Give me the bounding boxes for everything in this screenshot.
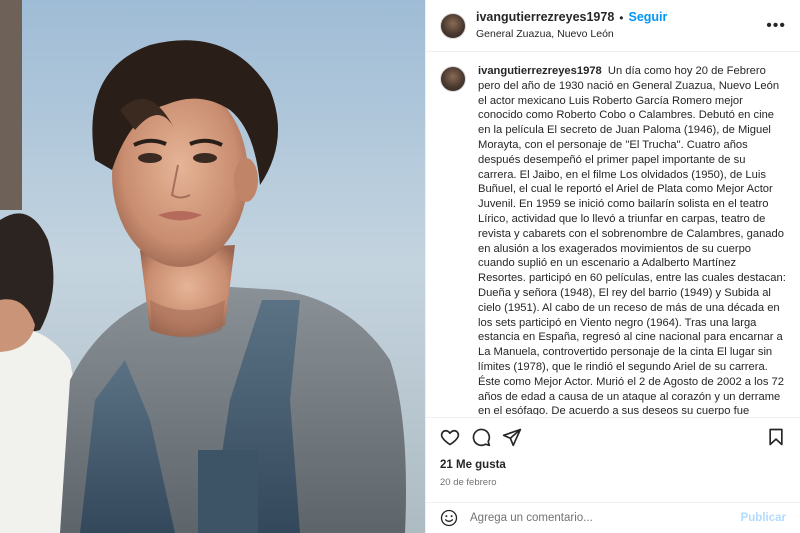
header-text: ivangutierrezreyes1978 • Seguir General …	[476, 10, 667, 41]
caption-username-link[interactable]: ivangutierrezreyes1978	[478, 65, 602, 77]
separator-dot: •	[619, 10, 624, 25]
username-link[interactable]: ivangutierrezreyes1978	[476, 10, 614, 25]
comment-input[interactable]	[470, 512, 741, 524]
header-row: ivangutierrezreyes1978 • Seguir	[476, 10, 667, 25]
post-date[interactable]: 20 de febrero	[440, 477, 497, 488]
bookmark-icon[interactable]	[766, 427, 786, 447]
comment-icon[interactable]	[471, 427, 491, 447]
share-icon[interactable]	[502, 427, 522, 447]
divider	[426, 417, 800, 418]
photo-illustration	[0, 0, 425, 533]
post-header: ivangutierrezreyes1978 • Seguir General …	[426, 0, 800, 52]
action-bar	[440, 426, 786, 448]
emoji-icon[interactable]	[440, 509, 458, 527]
caption-area: ivangutierrezreyes1978 Un día como hoy 2…	[426, 52, 800, 415]
post-photo[interactable]	[0, 0, 425, 533]
publish-button[interactable]: Publicar	[741, 512, 786, 524]
likes-count[interactable]: 21 Me gusta	[440, 459, 506, 471]
follow-button[interactable]: Seguir	[628, 10, 667, 25]
comment-bar: Publicar	[426, 502, 800, 533]
caption: ivangutierrezreyes1978 Un día como hoy 2…	[478, 64, 786, 415]
avatar[interactable]	[440, 12, 466, 39]
more-icon[interactable]: •••	[766, 17, 786, 35]
caption-text: Un día como hoy 20 de Febrero pero del a…	[478, 65, 786, 415]
heart-icon[interactable]	[440, 427, 460, 447]
caption-avatar[interactable]	[440, 66, 466, 92]
post-details-panel: ivangutierrezreyes1978 • Seguir General …	[425, 0, 800, 533]
location-link[interactable]: General Zuazua, Nuevo León	[476, 28, 667, 41]
